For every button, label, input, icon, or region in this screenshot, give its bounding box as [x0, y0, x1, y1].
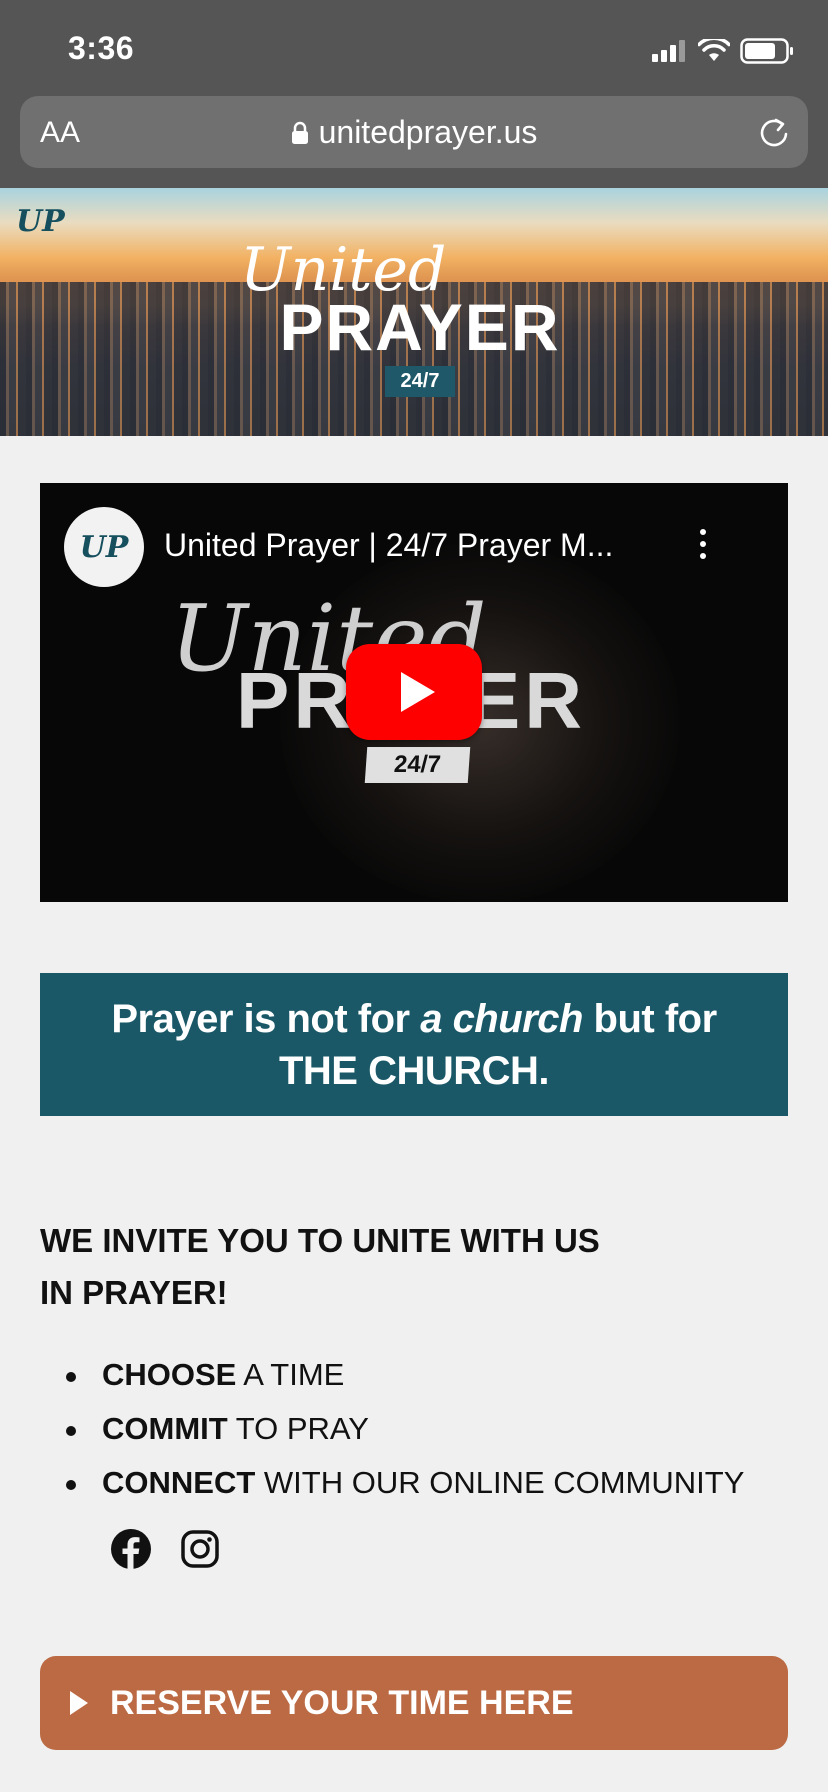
- steps-list: CHOOSE A TIME COMMIT TO PRAY CONNECT WIT…: [62, 1348, 802, 1510]
- step-keyword: CHOOSE: [102, 1357, 237, 1392]
- play-arrow-icon: [70, 1691, 88, 1715]
- status-icons: [652, 36, 794, 66]
- step-text: A TIME: [236, 1357, 345, 1392]
- quote-emphasis: a church: [420, 997, 583, 1041]
- lock-icon: [291, 121, 308, 144]
- reload-icon[interactable]: [758, 114, 792, 150]
- list-item: COMMIT TO PRAY: [62, 1402, 802, 1456]
- list-item: CHOOSE A TIME: [62, 1348, 802, 1402]
- facebook-icon[interactable]: [110, 1528, 152, 1570]
- cellular-signal-icon: [652, 40, 685, 62]
- social-links: [110, 1528, 220, 1570]
- step-text: TO PRAY: [227, 1411, 369, 1446]
- step-keyword: COMMIT: [102, 1411, 228, 1446]
- browser-chrome: 3:36 AA unitedprayer.us: [0, 0, 828, 188]
- instagram-icon[interactable]: [180, 1529, 220, 1569]
- reserve-time-label: RESERVE YOUR TIME HERE: [110, 1683, 574, 1722]
- quote-box: Prayer is not for a church but for THE C…: [40, 973, 788, 1116]
- play-button[interactable]: [346, 644, 482, 740]
- step-keyword: CONNECT: [102, 1465, 256, 1500]
- quote-line-2: THE CHURCH.: [278, 1049, 550, 1093]
- wifi-icon: [698, 39, 730, 61]
- header-banner: UP United PRAYER 24/7: [0, 188, 828, 436]
- banner-badge: 24/7: [384, 366, 456, 397]
- url-text: unitedprayer.us: [318, 114, 538, 150]
- invite-line-2: IN PRAYER!: [40, 1274, 228, 1311]
- video-embed[interactable]: UP United Prayer | 24/7 Prayer M... Unit…: [40, 483, 788, 902]
- banner-prayer-text: PRAYER: [279, 290, 561, 364]
- invite-heading: WE INVITE YOU TO UNITE WITH US IN PRAYER…: [40, 1215, 740, 1319]
- url-display[interactable]: unitedprayer.us: [20, 114, 808, 151]
- video-title[interactable]: United Prayer | 24/7 Prayer M...: [164, 527, 613, 564]
- list-item: CONNECT WITH OUR ONLINE COMMUNITY: [62, 1456, 802, 1510]
- invite-line-1: WE INVITE YOU TO UNITE WITH US: [40, 1222, 600, 1259]
- step-text: WITH OUR ONLINE COMMUNITY: [255, 1465, 745, 1500]
- status-time: 3:36: [68, 30, 135, 66]
- banner-title: United PRAYER 24/7: [230, 240, 610, 397]
- battery-icon: [740, 38, 793, 64]
- address-bar[interactable]: AA unitedprayer.us: [20, 96, 808, 168]
- reserve-time-button[interactable]: RESERVE YOUR TIME HERE: [40, 1656, 788, 1750]
- video-overlay-badge: 24/7: [364, 747, 470, 783]
- quote-part-2: but for: [582, 997, 718, 1041]
- more-options-icon[interactable]: [700, 529, 708, 565]
- channel-avatar[interactable]: UP: [64, 507, 144, 587]
- quote-part-1: Prayer is not for: [111, 997, 421, 1041]
- quote-line-1: Prayer is not for a church but for: [40, 993, 788, 1045]
- site-logo[interactable]: UP: [16, 204, 65, 239]
